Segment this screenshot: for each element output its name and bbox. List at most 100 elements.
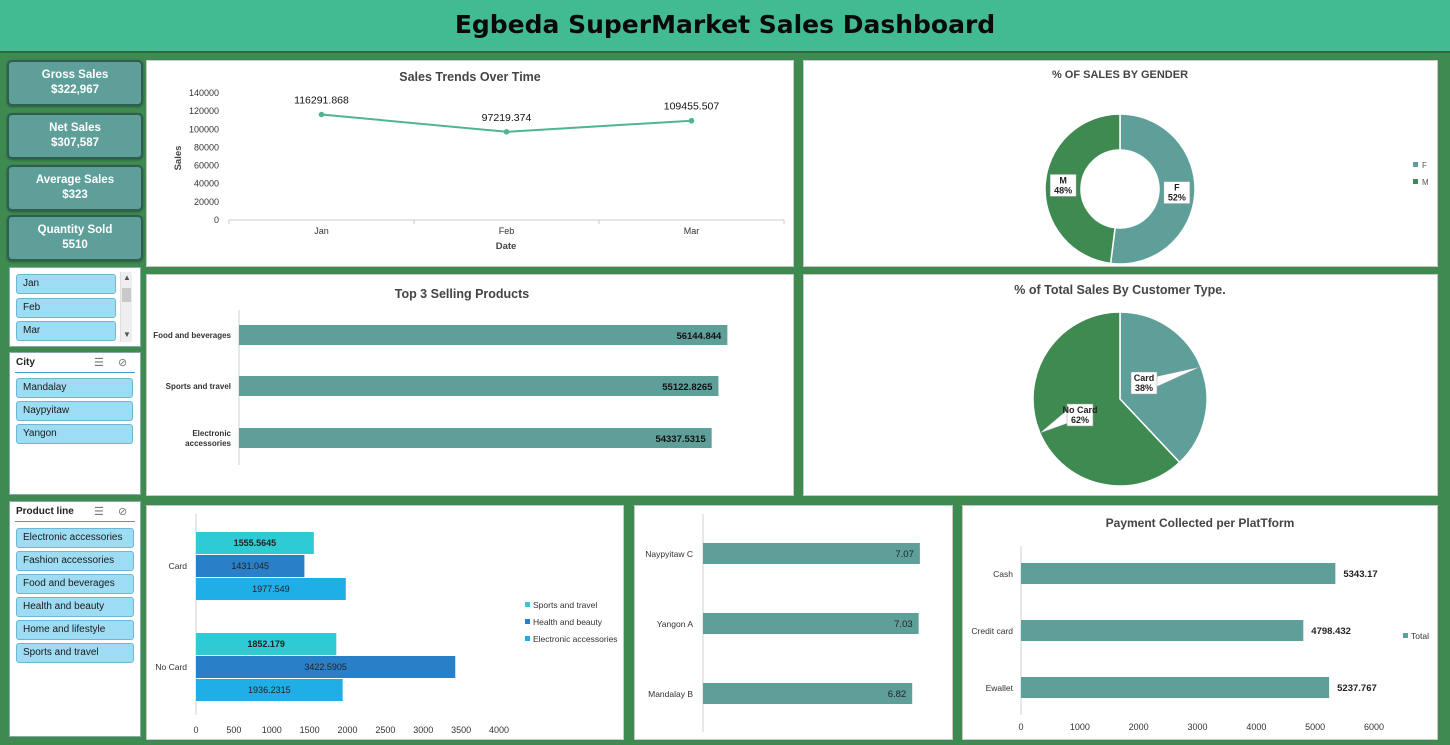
y-tick-label: 40000 xyxy=(194,179,219,189)
scroll-down-icon[interactable]: ▼ xyxy=(123,330,131,339)
data-label: 48% xyxy=(1054,185,1072,195)
data-point xyxy=(688,117,695,124)
x-tick-label: 500 xyxy=(226,725,241,735)
data-point xyxy=(503,129,510,135)
chart-title: Top 3 Selling Products xyxy=(395,287,530,301)
data-label: 1555.5645 xyxy=(234,538,277,548)
slicer-item-yangon[interactable]: Yangon xyxy=(16,424,133,444)
slicer-item-health-and-beauty[interactable]: Health and beauty xyxy=(16,597,134,617)
x-tick-label: 0 xyxy=(1018,722,1023,732)
bar xyxy=(703,683,913,704)
bar xyxy=(703,613,919,634)
bar xyxy=(239,376,719,396)
slicer-item-food-and-beverages[interactable]: Food and beverages xyxy=(16,574,134,594)
x-tick-label: 4000 xyxy=(1246,722,1266,732)
category-label: Sports and travel xyxy=(166,382,231,391)
x-tick-label: Jan xyxy=(314,226,329,236)
bar xyxy=(239,428,712,448)
payment-platform-panel: Payment Collected per PlatTform 5343.17 Ca… xyxy=(962,505,1438,740)
slicer-scrollbar[interactable]: ▲ ▼ xyxy=(120,272,132,342)
data-label: 5343.17 xyxy=(1343,569,1377,580)
slicer-divider xyxy=(15,372,135,373)
gender-panel: % OF SALES BY GENDER F 52% M 48% F M xyxy=(803,60,1438,267)
bar xyxy=(1021,677,1330,698)
kpi-value: 5510 xyxy=(62,239,88,251)
slicer-item-mar[interactable]: Mar xyxy=(16,321,116,341)
x-tick-label: 2000 xyxy=(1129,722,1149,732)
x-axis-label: Date xyxy=(496,241,517,252)
kpi-value: $323 xyxy=(62,189,88,201)
customer-type-panel: % of Total Sales By Customer Type. Card 38… xyxy=(803,274,1438,496)
chart-title: Payment Collected per PlatTform xyxy=(1106,516,1295,530)
kpi-gross-sales: Gross Sales $322,967 xyxy=(7,60,143,106)
x-tick-label: 4000 xyxy=(489,725,509,735)
y-tick-label: 120000 xyxy=(189,106,219,116)
kpi-value: $307,587 xyxy=(51,137,99,149)
category-label: Yangon A xyxy=(657,619,694,629)
slicer-item-home-and-lifestyle[interactable]: Home and lifestyle xyxy=(16,620,134,640)
bar xyxy=(239,325,728,345)
legend-swatch xyxy=(1403,633,1408,638)
slicer-item-jan[interactable]: Jan xyxy=(16,274,116,294)
category-label: Naypyitaw C xyxy=(645,549,693,559)
dashboard-title: Egbeda SuperMarket Sales Dashboard xyxy=(454,10,996,39)
bar xyxy=(1021,620,1304,641)
sales-trend-panel: Sales Trends Over Time 0 20000 40000 60000 80… xyxy=(146,60,794,267)
multi-select-icon[interactable]: ☰ xyxy=(94,356,104,369)
scroll-thumb[interactable] xyxy=(122,288,131,302)
legend-swatch xyxy=(525,602,530,607)
clear-filter-icon[interactable]: ⊘ xyxy=(118,505,127,518)
clear-filter-icon[interactable]: ⊘ xyxy=(118,356,127,369)
kpi-value: $322,967 xyxy=(51,84,99,96)
branch-rating-panel: 7.07 Naypyitaw C 7.03 Yangon A 6.82 Mandalay … xyxy=(634,505,953,740)
data-label: 62% xyxy=(1071,415,1089,425)
slicer-divider xyxy=(15,521,135,522)
legend-label: Sports and travel xyxy=(533,600,597,610)
slicer-item-fashion-accessories[interactable]: Fashion accessories xyxy=(16,551,134,571)
x-tick-label: 6000 xyxy=(1364,722,1384,732)
kpi-label: Average Sales xyxy=(35,174,115,186)
data-label: 1431.045 xyxy=(231,561,269,571)
legend-swatch xyxy=(1413,179,1418,184)
slicer-item-naypyitaw[interactable]: Naypyitaw xyxy=(16,401,133,421)
y-tick-label: 0 xyxy=(214,215,219,225)
category-label: Card xyxy=(169,561,188,571)
city-slicer: City ☰ ⊘ Mandalay Naypyitaw Yangon xyxy=(9,352,141,495)
slicer-title: City xyxy=(16,357,35,368)
legend-swatch xyxy=(525,636,530,641)
customer-type-pie-chart: % of Total Sales By Customer Type. Card38… xyxy=(1014,283,1226,487)
category-label: Mandalay B xyxy=(648,689,693,699)
scroll-up-icon[interactable]: ▲ xyxy=(123,273,131,282)
product-line-slicer: Product line ☰ ⊘ Electronic accessories … xyxy=(9,501,141,737)
chart-title: Sales Trends Over Time xyxy=(399,70,541,84)
data-label: 55122.8265 xyxy=(662,382,713,393)
data-label: F xyxy=(1174,183,1180,193)
data-label: 109455.507 xyxy=(664,101,720,113)
multi-select-icon[interactable]: ☰ xyxy=(94,505,104,518)
x-tick-label: Mar xyxy=(684,226,700,236)
slicer-item-mandalay[interactable]: Mandalay xyxy=(16,378,133,398)
chart-title: % OF SALES BY GENDER xyxy=(1052,69,1188,81)
data-label: 1977.549 xyxy=(252,584,290,594)
data-label: 56144.844 xyxy=(676,331,722,342)
kpi-label: Gross Sales xyxy=(41,69,109,81)
data-label: 1852.179 xyxy=(247,639,285,649)
data-label: 5237.767 xyxy=(1337,683,1377,694)
x-tick-label: 3000 xyxy=(1187,722,1207,732)
y-tick-label: 140000 xyxy=(189,88,219,98)
kpi-average-sales: Average Sales $323 xyxy=(7,165,143,211)
x-tick-label: 1500 xyxy=(300,725,320,735)
bar xyxy=(703,543,920,564)
payment-platform-chart: Payment Collected per PlatTform 5343.17 Ca… xyxy=(971,516,1429,732)
data-label: 1936.2315 xyxy=(248,685,291,695)
slicer-item-sports-and-travel[interactable]: Sports and travel xyxy=(16,643,134,663)
legend-label: M xyxy=(1422,178,1429,187)
kpi-label: Quantity Sold xyxy=(37,224,113,236)
legend-swatch xyxy=(525,619,530,624)
category-label: Credit card xyxy=(971,626,1013,636)
data-label: M xyxy=(1059,175,1067,185)
slicer-item-feb[interactable]: Feb xyxy=(16,298,116,318)
slicer-item-electronic-accessories[interactable]: Electronic accessories xyxy=(16,528,134,548)
x-tick-label: 1000 xyxy=(262,725,282,735)
legend-label: Health and beauty xyxy=(533,617,603,627)
